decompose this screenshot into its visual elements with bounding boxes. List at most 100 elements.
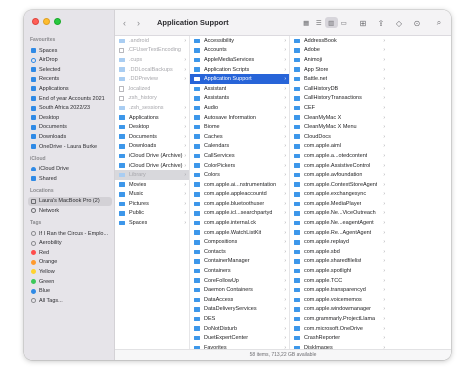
- folder-row[interactable]: CrashReporter ›: [290, 333, 388, 343]
- sidebar-item[interactable]: iCloud Drive: [28, 165, 112, 174]
- folder-row[interactable]: DataDeliveryServices ›: [190, 305, 289, 315]
- folder-row[interactable]: AddressBook ›: [290, 36, 388, 46]
- folder-row[interactable]: com.apple.exchangesync ›: [290, 190, 388, 200]
- view-mode-control[interactable]: ▦ ☰ ▥ ▭: [300, 17, 350, 28]
- folder-row[interactable]: Battle.net ›: [290, 74, 388, 84]
- minimize-window-button[interactable]: [43, 18, 50, 25]
- folder-row[interactable]: iCloud Drive (Archive) ›: [115, 151, 189, 161]
- folder-row[interactable]: Pictures ›: [115, 199, 189, 209]
- sidebar-item[interactable]: Orange: [28, 258, 112, 267]
- folder-row[interactable]: iCloud Drive (Archive) - 1›: [115, 161, 189, 171]
- sidebar-item[interactable]: Downloads: [28, 132, 112, 141]
- sidebar-item[interactable]: Spaces: [28, 46, 112, 55]
- sidebar-item[interactable]: Green: [28, 277, 112, 286]
- folder-row[interactable]: Autosave Information ›: [190, 113, 289, 123]
- tag-icon[interactable]: ◇: [393, 17, 405, 29]
- sidebar-item[interactable]: Applications: [28, 84, 112, 93]
- folder-row[interactable]: com.apple.avfoundation ›: [290, 170, 388, 180]
- folder-row[interactable]: Spaces ›: [115, 218, 189, 228]
- folder-row[interactable]: Assistants ›: [190, 94, 289, 104]
- icon-view-button[interactable]: ▦: [300, 17, 313, 28]
- file-row[interactable]: .localized: [115, 84, 189, 94]
- sidebar-item[interactable]: AirDrop: [28, 56, 112, 65]
- folder-row[interactable]: com.microsoft.OneDrive ›: [290, 324, 388, 334]
- folder-row[interactable]: com.apple.aiml ›: [290, 142, 388, 152]
- folder-row[interactable]: Accounts ›: [190, 46, 289, 56]
- folder-row[interactable]: AppleMediaServices ›: [190, 55, 289, 65]
- folder-row[interactable]: com.apple.transparencyd ›: [290, 285, 388, 295]
- folder-row[interactable]: Assistant ›: [190, 84, 289, 94]
- folder-row[interactable]: Library ›: [115, 170, 189, 180]
- back-button[interactable]: ‹: [123, 18, 126, 28]
- more-actions-button[interactable]: ⊙: [410, 17, 424, 29]
- folder-row[interactable]: DuetExpertCenter ›: [190, 333, 289, 343]
- folder-row[interactable]: com.apple.replayd ›: [290, 237, 388, 247]
- folder-row[interactable]: Animoji ›: [290, 55, 388, 65]
- folder-row[interactable]: com.apple.a...otedcontent ›: [290, 151, 388, 161]
- folder-row[interactable]: CEF ›: [290, 103, 388, 113]
- folder-row[interactable]: ColorPickers ›: [190, 161, 289, 171]
- folder-row[interactable]: Accessibility ›: [190, 36, 289, 46]
- sidebar-item[interactable]: Network: [28, 206, 112, 215]
- folder-row[interactable]: Music ›: [115, 190, 189, 200]
- sidebar-item[interactable]: South Africa 2022/23: [28, 104, 112, 113]
- folder-row[interactable]: CallHistoryDB ›: [290, 84, 388, 94]
- folder-row[interactable]: Biome ›: [190, 122, 289, 132]
- folder-row[interactable]: com.apple.ai...nstrumentation ›: [190, 180, 289, 190]
- fullscreen-window-button[interactable]: [54, 18, 61, 25]
- sidebar-item[interactable]: Blue: [28, 287, 112, 296]
- folder-row[interactable]: CallServices ›: [190, 151, 289, 161]
- folder-row[interactable]: .android ›: [115, 36, 189, 46]
- folder-row[interactable]: .cups ›: [115, 55, 189, 65]
- folder-row[interactable]: com.apple.sharedfilelist ›: [290, 257, 388, 267]
- sidebar-item[interactable]: Red: [28, 248, 112, 257]
- folder-row[interactable]: Movies ›: [115, 180, 189, 190]
- folder-row[interactable]: com.grammarly.ProjectLlama ›: [290, 314, 388, 324]
- folder-row[interactable]: App Store ›: [290, 65, 388, 75]
- folder-row[interactable]: Public ›: [115, 209, 189, 219]
- folder-row[interactable]: Compositions ›: [190, 237, 289, 247]
- folder-row[interactable]: Application Support ›: [190, 74, 289, 84]
- folder-row[interactable]: Downloads ›: [115, 142, 189, 152]
- search-icon[interactable]: ⌕: [433, 17, 445, 29]
- share-icon[interactable]: ⇪: [375, 17, 387, 29]
- sidebar-item[interactable]: All Tags...: [28, 296, 112, 305]
- folder-row[interactable]: Desktop ›: [115, 122, 189, 132]
- file-row[interactable]: .CFUserTextEncoding: [115, 46, 189, 56]
- folder-row[interactable]: Documents ›: [115, 132, 189, 142]
- folder-row[interactable]: Application Scripts ›: [190, 65, 289, 75]
- folder-row[interactable]: Contacts ›: [190, 247, 289, 257]
- folder-row[interactable]: Colors ›: [190, 170, 289, 180]
- folder-row[interactable]: com.apple.appleaccountd ›: [190, 190, 289, 200]
- folder-row[interactable]: com.apple.icl...searchpartyd ›: [190, 209, 289, 219]
- folder-row[interactable]: com.apple.ContextStoreAgent ›: [290, 180, 388, 190]
- sidebar-item[interactable]: Recents: [28, 75, 112, 84]
- folder-row[interactable]: Caches ›: [190, 132, 289, 142]
- close-window-button[interactable]: [32, 18, 39, 25]
- sidebar-item[interactable]: Documents: [28, 123, 112, 132]
- folder-row[interactable]: com.apple.windowmanager ›: [290, 305, 388, 315]
- folder-row[interactable]: com.apple.internal.ck ›: [190, 218, 289, 228]
- sidebar-item[interactable]: Desktop: [28, 113, 112, 122]
- sidebar-item[interactable]: Aerobility: [28, 239, 112, 248]
- sidebar-item[interactable]: Yellow: [28, 267, 112, 276]
- folder-row[interactable]: .DDLocalBackups ›: [115, 65, 189, 75]
- sidebar-item[interactable]: Selected: [28, 65, 112, 74]
- folder-row[interactable]: com.apple.spotlight ›: [290, 266, 388, 276]
- folder-row[interactable]: com.apple.Ne...ViceOutreach ›: [290, 209, 388, 219]
- folder-row[interactable]: com.apple.bluetoothuser ›: [190, 199, 289, 209]
- folder-row[interactable]: CleanMyMac X ›: [290, 113, 388, 123]
- folder-row[interactable]: DoNotDisturb ›: [190, 324, 289, 334]
- file-row[interactable]: .zsh_history: [115, 94, 189, 104]
- folder-row[interactable]: CoreFollowUp ›: [190, 276, 289, 286]
- folder-row[interactable]: Containers ›: [190, 266, 289, 276]
- folder-row[interactable]: com.apple.Re...AgentAgent ›: [290, 228, 388, 238]
- folder-row[interactable]: Applications ›: [115, 113, 189, 123]
- folder-row[interactable]: DataAccess ›: [190, 295, 289, 305]
- sidebar-item[interactable]: Shared: [28, 174, 112, 183]
- folder-row[interactable]: CleanMyMac X Menu ›: [290, 122, 388, 132]
- folder-row[interactable]: com.apple.Ne...eagentAgent ›: [290, 218, 388, 228]
- folder-row[interactable]: .zsh_sessions ›: [115, 103, 189, 113]
- sidebar-item[interactable]: OneDrive - Laura Burke: [28, 142, 112, 151]
- folder-row[interactable]: CallHistoryTransactions ›: [290, 94, 388, 104]
